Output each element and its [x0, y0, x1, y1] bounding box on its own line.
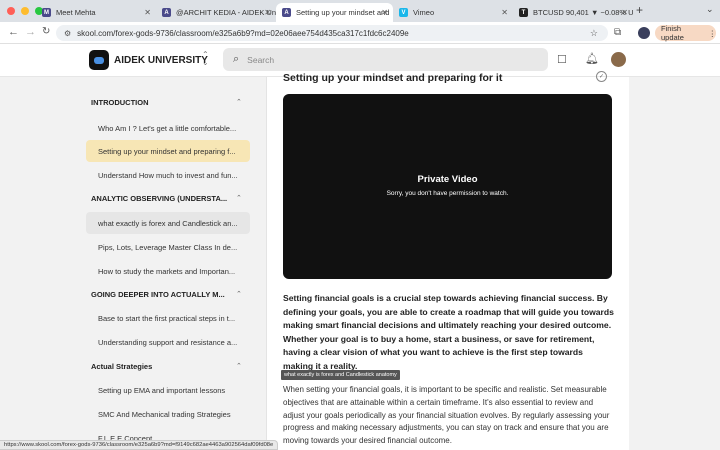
switch-community-icon[interactable]: ⌃ ⌄ [202, 51, 209, 67]
browser-tab[interactable]: M Meet Mehta ✕ [36, 3, 156, 22]
lesson-item[interactable]: Setting up EMA and important lessons [86, 379, 250, 401]
lesson-item-current[interactable]: Setting up your mindset and preparing f.… [86, 140, 250, 162]
extensions-icon[interactable]: ⧉ [614, 27, 621, 38]
browser-toolbar: ← → ↻ ⚙ skool.com/forex-gods-9736/classr… [0, 22, 720, 44]
tab-label: Setting up your mindset and [296, 8, 390, 17]
lesson-item[interactable]: Pips, Lots, Leverage Master Class In de.… [86, 236, 250, 258]
lesson-item-hover[interactable]: what exactly is forex and Candlestick an… [86, 212, 250, 234]
tab-favicon-icon: A [282, 8, 291, 17]
url-text: skool.com/forex-gods-9736/classroom/e325… [77, 28, 409, 38]
tab-search-chevron-icon[interactable]: ⌄ [706, 4, 714, 15]
video-player[interactable]: Private Video Sorry, you don't have perm… [283, 94, 612, 279]
chevron-up-icon[interactable]: ⌃ [236, 194, 242, 202]
forward-arrow-icon[interactable]: → [25, 26, 36, 38]
browser-tab-strip: M Meet Mehta ✕ A @ARCHIT KEDIA - AIDEK U… [0, 0, 720, 22]
link-status-bar: https://www.skool.com/forex-gods-9736/cl… [0, 440, 279, 450]
close-window-button[interactable] [7, 7, 15, 15]
section-title[interactable]: GOING DEEPER INTO ACTUALLY M... [91, 290, 231, 299]
tab-label: BTCUSD 90,401 ▼ −0.08% U [533, 8, 633, 17]
browser-tab-active[interactable]: A Setting up your mindset and ✕ [276, 3, 393, 22]
browser-tab[interactable]: A @ARCHIT KEDIA - AIDEK Uni ✕ [156, 3, 276, 22]
complete-check-icon[interactable]: ✓ [596, 71, 607, 82]
site-info-icon[interactable]: ⚙ [64, 29, 71, 38]
browser-tab[interactable]: V Vimeo ✕ [393, 3, 513, 22]
search-icon: ⌕ [233, 53, 240, 65]
lesson-item[interactable]: Understand How much to invest and fun... [86, 164, 250, 186]
section-title[interactable]: Actual Strategies [91, 362, 231, 371]
minimize-window-button[interactable] [21, 7, 29, 15]
profile-avatar[interactable] [638, 27, 650, 39]
chevron-up-icon[interactable]: ⌃ [236, 290, 242, 298]
chat-icon[interactable]: ☐ [557, 53, 567, 66]
brand-name[interactable]: AIDEK UNIVERSITY [114, 55, 208, 66]
close-tab-icon[interactable]: ✕ [381, 8, 388, 17]
close-tab-icon[interactable]: ✕ [264, 8, 271, 17]
close-tab-icon[interactable]: ✕ [621, 8, 628, 17]
tab-favicon-icon: M [42, 8, 51, 17]
tab-label: Vimeo [413, 8, 435, 17]
lesson-item[interactable]: Understanding support and resistance a..… [86, 331, 250, 353]
lesson-item[interactable]: Who Am I ? Let's get a little comfortabl… [86, 117, 250, 139]
divider [266, 77, 267, 450]
tab-favicon-icon: A [162, 8, 171, 17]
tooltip: what exactly is forex and Candlestick an… [281, 370, 400, 380]
section-title[interactable]: INTRODUCTION [91, 98, 231, 107]
logo[interactable] [89, 50, 109, 70]
lesson-item[interactable]: How to study the markets and Importan... [86, 260, 250, 282]
bookmark-star-icon[interactable]: ☆ [590, 28, 598, 39]
lesson-paragraph-bold: Setting financial goals is a crucial ste… [283, 293, 614, 371]
new-tab-button[interactable]: + [636, 3, 643, 17]
lesson-paragraph: When setting your financial goals, it is… [283, 385, 610, 446]
user-avatar[interactable] [611, 52, 626, 67]
search-placeholder: Search [247, 54, 275, 65]
lesson-title: Setting up your mindset and preparing fo… [283, 72, 503, 84]
address-bar[interactable]: ⚙ skool.com/forex-gods-9736/classroom/e3… [56, 25, 608, 41]
tradingview-icon: T [519, 8, 528, 17]
back-arrow-icon[interactable]: ← [8, 26, 19, 38]
lesson-item[interactable]: Base to start the first practical steps … [86, 307, 250, 329]
notifications-bell-icon[interactable]: 🔔︎ [585, 52, 599, 65]
tab-label: Meet Mehta [56, 8, 96, 17]
search-input[interactable]: ⌕ Search [223, 48, 548, 71]
video-title: Private Video [417, 174, 478, 185]
vimeo-icon: V [399, 8, 408, 17]
lesson-item[interactable]: SMC And Mechanical trading Strategies [86, 403, 250, 425]
reload-icon[interactable]: ↻ [42, 26, 50, 37]
finish-update-button[interactable]: Finish update ⋮ [655, 24, 717, 42]
section-title[interactable]: ANALYTIC OBSERVING (UNDERSTA... [91, 194, 231, 203]
close-tab-icon[interactable]: ✕ [501, 8, 508, 17]
more-menu-icon: ⋮ [708, 28, 717, 38]
tab-label: @ARCHIT KEDIA - AIDEK Uni [176, 8, 276, 17]
video-message: Sorry, you don't have permission to watc… [386, 190, 509, 197]
chevron-up-icon[interactable]: ⌃ [236, 362, 242, 370]
close-tab-icon[interactable]: ✕ [144, 8, 151, 17]
browser-tab[interactable]: T BTCUSD 90,401 ▼ −0.08% U ✕ [513, 3, 633, 22]
chevron-up-icon[interactable]: ⌃ [236, 98, 242, 106]
